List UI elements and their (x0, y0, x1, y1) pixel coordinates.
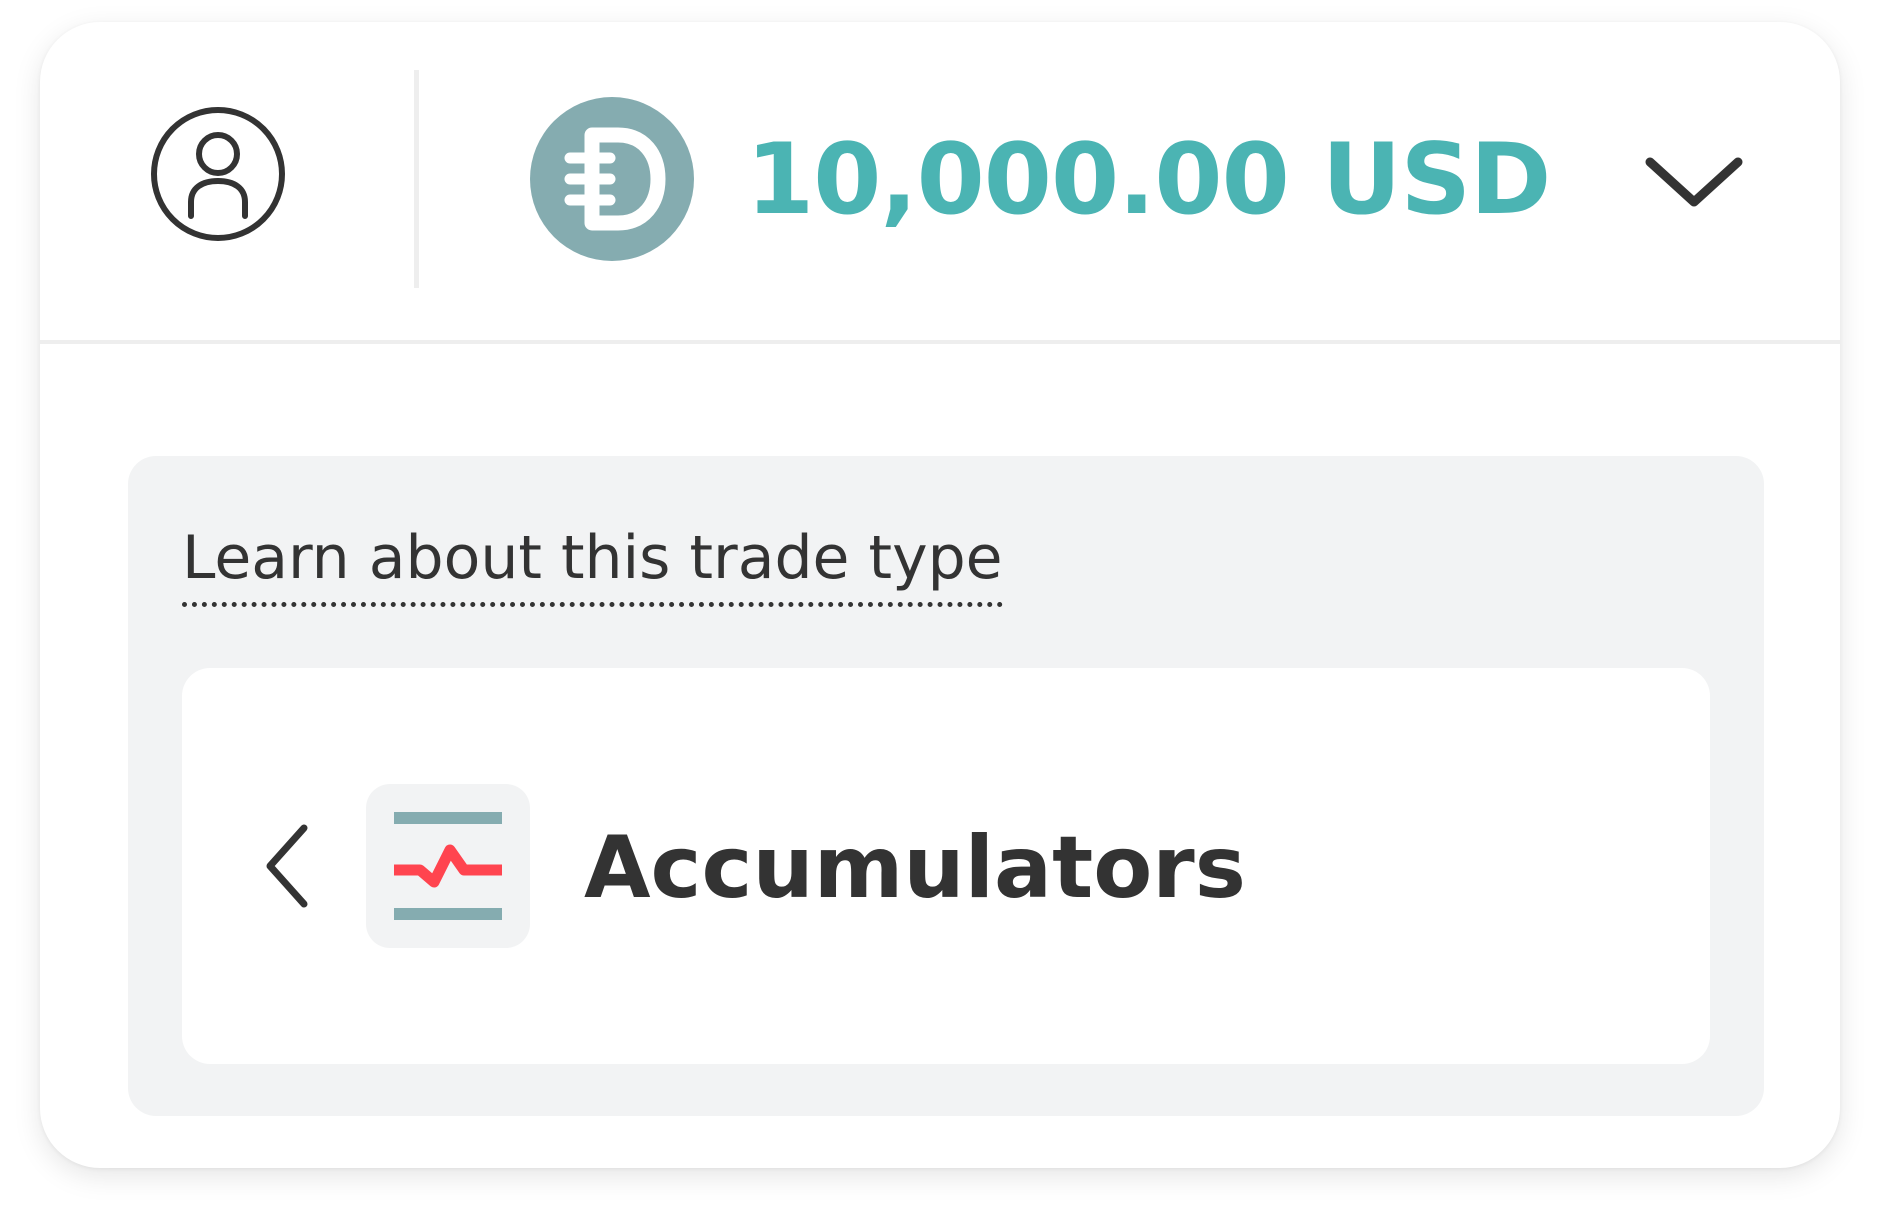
trade-type-name: Accumulators (584, 818, 1246, 918)
account-balance[interactable]: 10,000.00 USD (746, 120, 1551, 240)
learn-trade-type-link[interactable]: Learn about this trade type (182, 518, 1003, 607)
deriv-d-coin-icon (530, 97, 694, 261)
chevron-down-icon[interactable] (1640, 140, 1748, 220)
account-header: 10,000.00 USD (40, 22, 1840, 344)
user-circle-icon[interactable] (148, 104, 288, 244)
header-divider (414, 70, 419, 288)
chevron-left-icon[interactable] (258, 818, 318, 914)
trade-type-selector: Accumulators (182, 668, 1710, 1064)
account-card: 10,000.00 USD Learn about this trade typ… (40, 22, 1840, 1168)
trade-type-panel: Learn about this trade type Accumulators (128, 456, 1764, 1116)
accumulators-icon (366, 784, 530, 948)
